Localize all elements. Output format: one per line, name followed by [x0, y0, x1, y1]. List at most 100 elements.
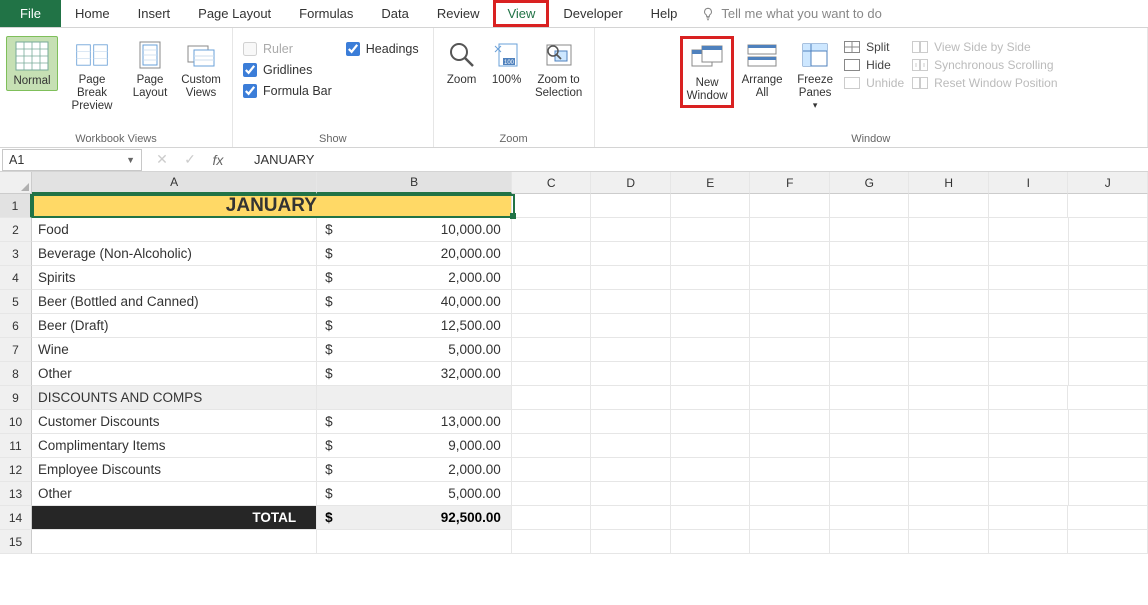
cell[interactable]: $13,000.00	[317, 410, 512, 434]
cell[interactable]	[750, 410, 830, 434]
title-cell[interactable]: JANUARY	[32, 194, 512, 218]
normal-view-button[interactable]: Normal	[6, 36, 58, 91]
cell[interactable]	[989, 218, 1069, 242]
row-header-12[interactable]: 12	[0, 458, 32, 482]
cell[interactable]	[512, 386, 592, 410]
cell[interactable]	[1069, 434, 1148, 458]
cell[interactable]	[1069, 458, 1148, 482]
cell[interactable]	[750, 530, 830, 554]
cell[interactable]	[909, 506, 989, 530]
cell[interactable]	[989, 194, 1069, 218]
cell[interactable]: $10,000.00	[317, 218, 512, 242]
cell[interactable]	[750, 434, 830, 458]
cell[interactable]	[671, 218, 751, 242]
cell[interactable]	[591, 362, 671, 386]
tab-insert[interactable]: Insert	[124, 0, 185, 27]
tab-review[interactable]: Review	[423, 0, 494, 27]
cell[interactable]	[909, 194, 989, 218]
cell[interactable]	[591, 506, 671, 530]
cell[interactable]	[512, 434, 592, 458]
cell[interactable]	[317, 386, 512, 410]
freeze-panes-button[interactable]: Freeze Panes ▾	[790, 36, 840, 113]
cell[interactable]	[591, 314, 671, 338]
cell[interactable]	[909, 386, 989, 410]
cell[interactable]: Beer (Draft)	[32, 314, 317, 338]
cell[interactable]	[512, 362, 592, 386]
cell[interactable]	[1069, 338, 1148, 362]
row-header-13[interactable]: 13	[0, 482, 32, 506]
cell[interactable]: $12,500.00	[317, 314, 512, 338]
cell[interactable]	[512, 482, 592, 506]
col-header-A[interactable]: A	[32, 172, 317, 194]
col-header-E[interactable]: E	[671, 172, 751, 194]
cell[interactable]	[591, 290, 671, 314]
cell[interactable]	[591, 530, 671, 554]
cell[interactable]	[909, 362, 989, 386]
cell[interactable]	[989, 386, 1069, 410]
cell[interactable]: Beverage (Non-Alcoholic)	[32, 242, 317, 266]
cell[interactable]	[830, 242, 910, 266]
cell[interactable]	[909, 482, 989, 506]
cell[interactable]	[671, 242, 751, 266]
cell[interactable]	[591, 410, 671, 434]
cell[interactable]	[989, 338, 1069, 362]
cell[interactable]	[830, 314, 910, 338]
cell[interactable]	[830, 506, 910, 530]
row-header-5[interactable]: 5	[0, 290, 32, 314]
cell[interactable]: $32,000.00	[317, 362, 512, 386]
cell[interactable]	[750, 362, 830, 386]
cell[interactable]	[989, 410, 1069, 434]
tab-view[interactable]: View	[493, 0, 549, 27]
col-header-F[interactable]: F	[750, 172, 830, 194]
col-header-I[interactable]: I	[989, 172, 1069, 194]
cell[interactable]	[750, 482, 830, 506]
tab-formulas[interactable]: Formulas	[285, 0, 367, 27]
cell[interactable]	[989, 530, 1069, 554]
tab-home[interactable]: Home	[61, 0, 124, 27]
cell[interactable]	[830, 362, 910, 386]
cell[interactable]	[1069, 410, 1148, 434]
cell[interactable]	[830, 530, 910, 554]
cell[interactable]	[591, 194, 671, 218]
cells[interactable]: JANUARYFood$10,000.00Beverage (Non-Alcoh…	[32, 194, 1148, 554]
cell[interactable]	[671, 362, 751, 386]
cell[interactable]	[909, 410, 989, 434]
row-header-2[interactable]: 2	[0, 218, 32, 242]
cell[interactable]	[750, 290, 830, 314]
cell[interactable]	[671, 386, 751, 410]
cell[interactable]	[32, 530, 317, 554]
chevron-down-icon[interactable]: ▼	[126, 155, 135, 165]
cell[interactable]	[1069, 242, 1148, 266]
cell[interactable]	[512, 458, 592, 482]
cell[interactable]	[671, 530, 751, 554]
cell[interactable]	[909, 338, 989, 362]
cell[interactable]	[1069, 266, 1148, 290]
row-header-6[interactable]: 6	[0, 314, 32, 338]
cell[interactable]	[591, 386, 671, 410]
cell[interactable]	[989, 266, 1069, 290]
cell[interactable]: $40,000.00	[317, 290, 512, 314]
cell[interactable]	[750, 218, 830, 242]
cell[interactable]: Wine	[32, 338, 317, 362]
cell[interactable]	[830, 290, 910, 314]
formula-bar-checkbox[interactable]: Formula Bar	[243, 84, 332, 98]
gridlines-checkbox[interactable]: Gridlines	[243, 63, 332, 77]
select-all-corner[interactable]	[0, 172, 32, 194]
cell[interactable]	[512, 410, 592, 434]
cell[interactable]	[512, 218, 592, 242]
row-header-3[interactable]: 3	[0, 242, 32, 266]
cell[interactable]	[909, 314, 989, 338]
cell[interactable]: Other	[32, 482, 317, 506]
cell[interactable]	[750, 506, 830, 530]
row-header-8[interactable]: 8	[0, 362, 32, 386]
cell[interactable]	[989, 506, 1069, 530]
tab-data[interactable]: Data	[367, 0, 422, 27]
cell[interactable]	[1069, 362, 1148, 386]
cell[interactable]	[830, 338, 910, 362]
cell[interactable]	[830, 458, 910, 482]
cell[interactable]	[512, 314, 592, 338]
cell[interactable]	[1069, 290, 1148, 314]
cell[interactable]	[591, 482, 671, 506]
cell[interactable]	[989, 458, 1069, 482]
cell[interactable]	[909, 530, 989, 554]
